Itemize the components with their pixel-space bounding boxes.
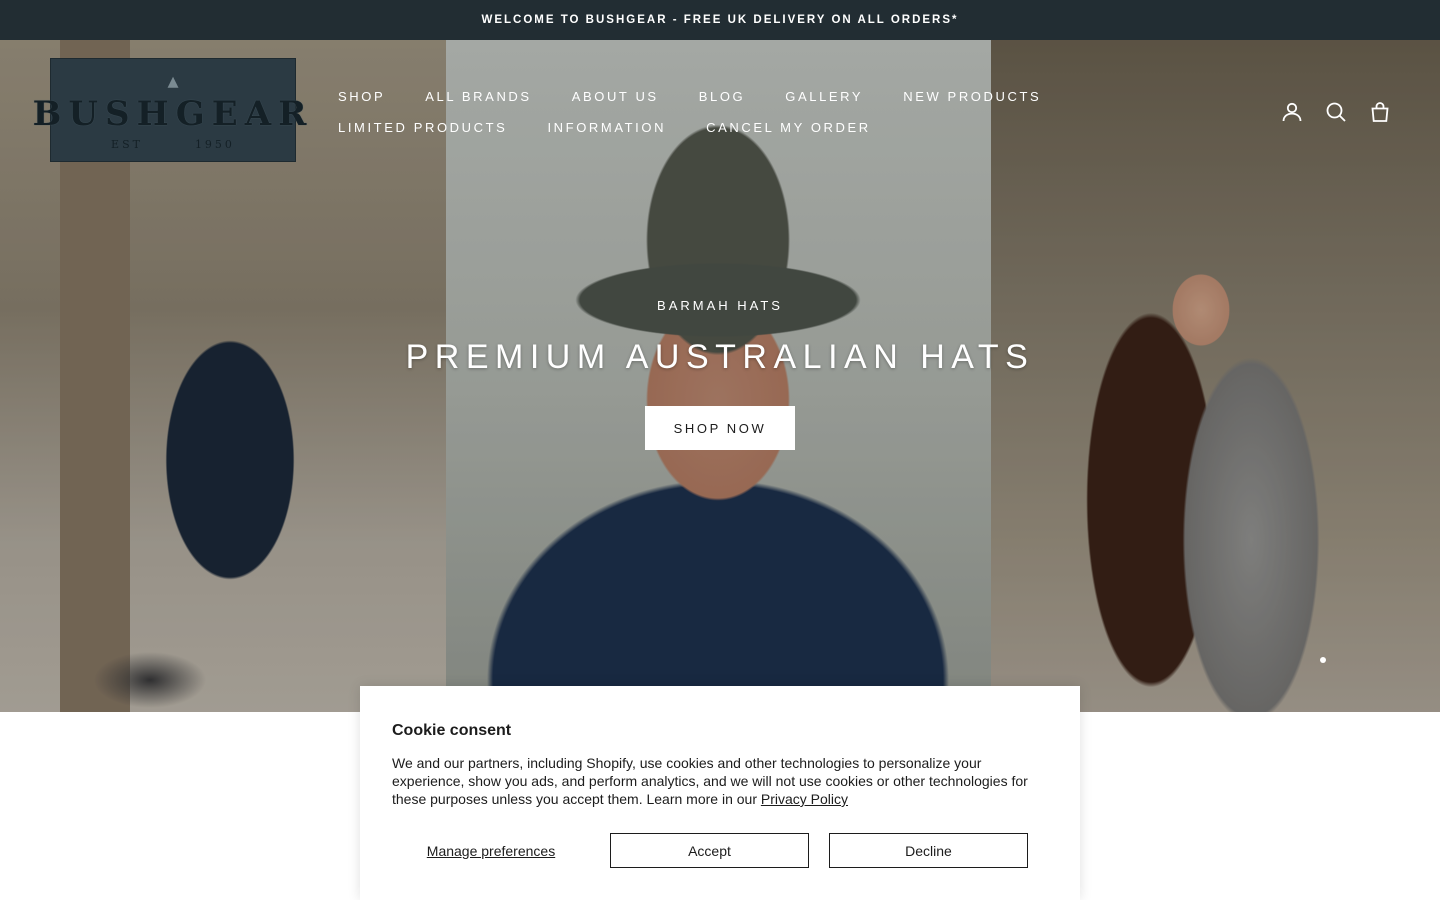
- nav-blog[interactable]: BLOG: [699, 88, 746, 106]
- privacy-policy-link[interactable]: Privacy Policy: [761, 791, 848, 807]
- logo-year: 1950: [194, 137, 235, 151]
- cookie-actions: Manage preferences Accept Decline: [392, 833, 1048, 868]
- nav-shop[interactable]: SHOP: [338, 88, 385, 106]
- nav-about-us[interactable]: ABOUT US: [572, 88, 659, 106]
- site-logo[interactable]: ▴ BUSHGEAR EST 1950: [33, 58, 306, 162]
- cart-bag-icon[interactable]: [1368, 100, 1392, 124]
- hero-content: BARMAH HATS PREMIUM AUSTRALIAN HATS SHOP…: [0, 298, 1440, 450]
- kangaroo-icon: ▴: [167, 67, 179, 93]
- account-icon[interactable]: [1280, 100, 1304, 124]
- nav-gallery[interactable]: GALLERY: [785, 88, 863, 106]
- main-navigation: SHOP ALL BRANDS ABOUT US BLOG GALLERY NE…: [338, 88, 1238, 137]
- nav-cancel-my-order[interactable]: CANCEL MY ORDER: [706, 119, 871, 137]
- hero-subtitle: BARMAH HATS: [657, 298, 783, 313]
- announcement-text: WELCOME TO BUSHGEAR - FREE UK DELIVERY O…: [481, 14, 959, 26]
- nav-information[interactable]: INFORMATION: [547, 119, 666, 137]
- logo-established: EST 1950: [111, 138, 235, 151]
- search-icon[interactable]: [1324, 100, 1348, 124]
- decline-button[interactable]: Decline: [829, 833, 1028, 868]
- nav-all-brands[interactable]: ALL BRANDS: [425, 88, 531, 106]
- cookie-description: We and our partners, including Shopify, …: [392, 754, 1048, 808]
- cookie-body-text: We and our partners, including Shopify, …: [392, 755, 1028, 807]
- header-actions: [1280, 100, 1392, 124]
- accept-button[interactable]: Accept: [610, 833, 809, 868]
- hero-title: PREMIUM AUSTRALIAN HATS: [405, 338, 1035, 376]
- slideshow-dot[interactable]: [1320, 657, 1326, 663]
- manage-preferences-button[interactable]: Manage preferences: [392, 843, 590, 859]
- hero-banner[interactable]: ▴ BUSHGEAR EST 1950 SHOP ALL BRANDS ABOU…: [0, 40, 1440, 712]
- announcement-bar: WELCOME TO BUSHGEAR - FREE UK DELIVERY O…: [0, 0, 1440, 40]
- logo-text: BUSHGEAR: [32, 93, 314, 134]
- nav-new-products[interactable]: NEW PRODUCTS: [903, 88, 1041, 106]
- logo-est-label: EST: [111, 137, 143, 151]
- cookie-consent-dialog: Cookie consent We and our partners, incl…: [360, 686, 1080, 900]
- shop-now-button[interactable]: SHOP NOW: [645, 406, 795, 450]
- nav-limited-products[interactable]: LIMITED PRODUCTS: [338, 119, 507, 137]
- cookie-title: Cookie consent: [392, 722, 512, 739]
